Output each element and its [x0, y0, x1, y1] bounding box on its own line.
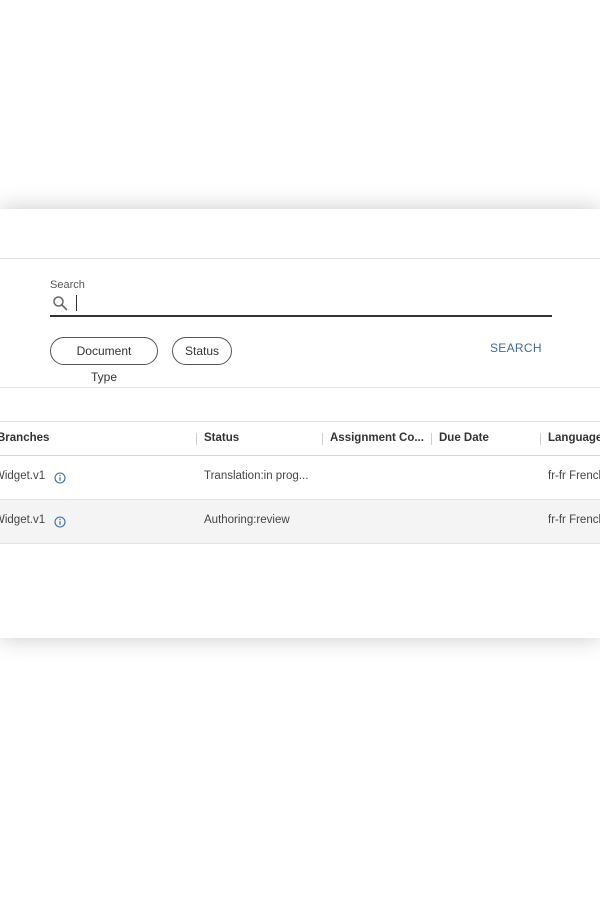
document-type-filter-chip[interactable]: Document Type [50, 337, 158, 384]
table-row[interactable]: Widget.v1 Translation:in prog... fr-fr F… [0, 456, 600, 500]
column-header-language[interactable]: Language [548, 432, 600, 444]
table-header: Branches Status Assignment Co... Due Dat… [0, 421, 600, 456]
cell-branch[interactable]: Widget.v1 [0, 514, 45, 526]
column-header-status[interactable]: Status [204, 432, 239, 444]
column-header-branches[interactable]: Branches [0, 432, 49, 444]
search-field[interactable] [50, 293, 552, 317]
info-icon[interactable] [54, 516, 66, 528]
status-filter-chip[interactable]: Status [172, 337, 232, 365]
column-resize-handle[interactable] [322, 433, 323, 445]
column-resize-handle[interactable] [540, 433, 541, 445]
search-panel: Search Document Type Status SEARCH Branc… [0, 209, 600, 638]
column-resize-handle[interactable] [196, 433, 197, 445]
search-input[interactable] [74, 293, 544, 313]
column-header-due-date[interactable]: Due Date [439, 432, 489, 444]
cell-status: Translation:in prog... [204, 470, 309, 482]
divider [0, 258, 600, 259]
column-header-assignment[interactable]: Assignment Co... [330, 432, 424, 444]
search-button[interactable]: SEARCH [490, 341, 542, 355]
table-row[interactable]: Widget.v1 Authoring:review fr-fr French [0, 500, 600, 544]
column-resize-handle[interactable] [431, 433, 432, 445]
cell-language: fr-fr French [548, 514, 600, 526]
results-table: Branches Status Assignment Co... Due Dat… [0, 421, 600, 544]
search-icon [53, 296, 68, 311]
cell-language: fr-fr French [548, 470, 600, 482]
info-icon[interactable] [54, 472, 66, 484]
cell-branch[interactable]: Widget.v1 [0, 470, 45, 482]
search-label: Search [50, 279, 85, 291]
divider [0, 387, 600, 388]
cell-status: Authoring:review [204, 514, 290, 526]
